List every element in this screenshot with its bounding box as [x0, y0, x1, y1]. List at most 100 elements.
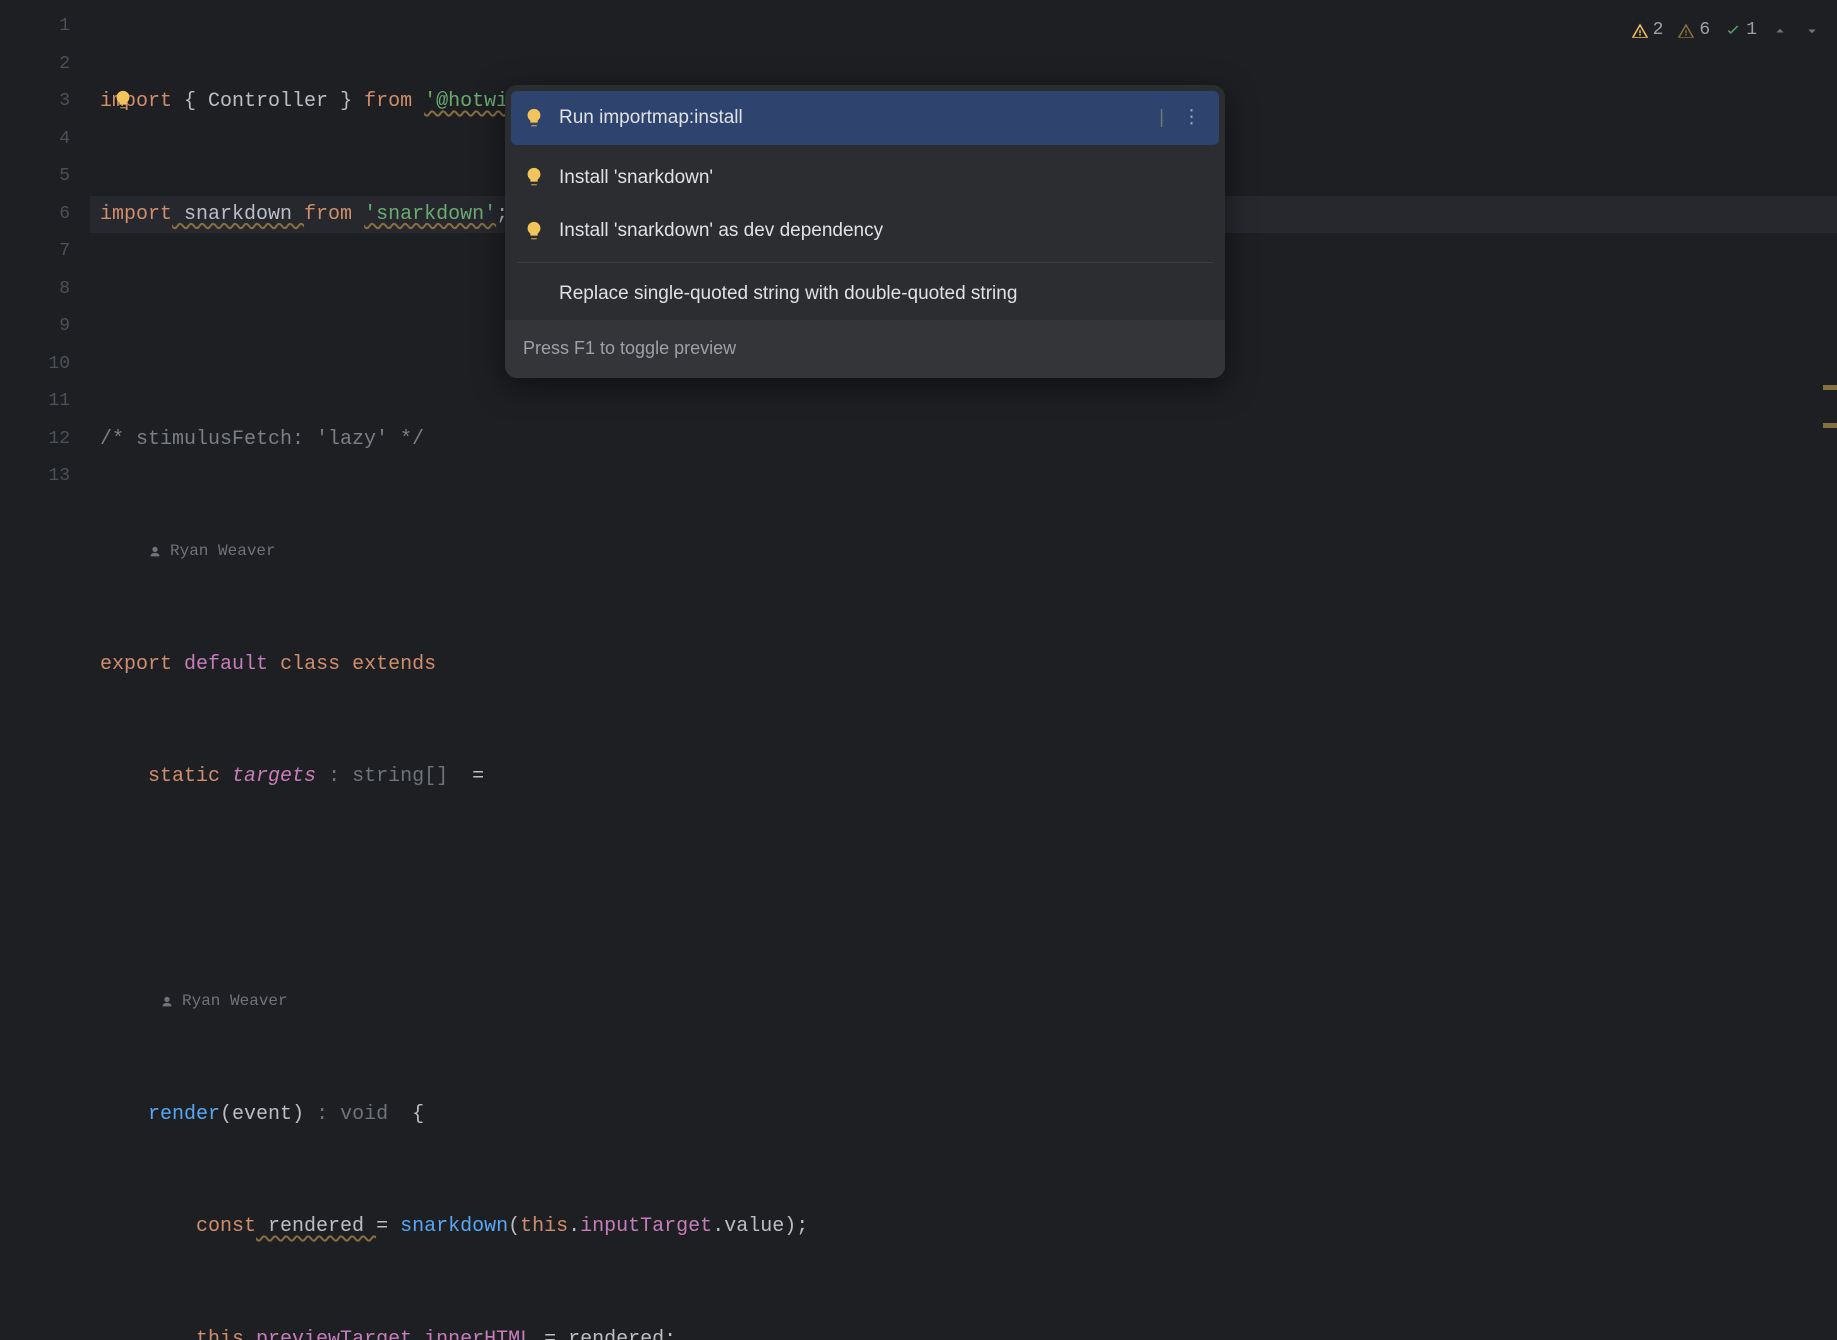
- operator: =: [376, 1215, 400, 1238]
- author-annotation: Ryan Weaver: [100, 533, 1837, 571]
- identifier: rendered: [568, 1328, 664, 1340]
- code-line: [100, 871, 1837, 909]
- keyword: from: [364, 90, 412, 113]
- paren: ): [784, 1215, 796, 1238]
- author-name: Ryan Weaver: [170, 533, 276, 571]
- line-number: 8: [0, 271, 70, 309]
- scroll-mark[interactable]: [1823, 385, 1837, 390]
- check-icon: [1724, 22, 1742, 40]
- warnings-weak[interactable]: 6: [1677, 12, 1710, 50]
- line-number: 1: [0, 8, 70, 46]
- dot: .: [412, 1328, 424, 1340]
- property: previewTarget: [256, 1328, 412, 1340]
- line-number: 5: [0, 158, 70, 196]
- semicolon: ;: [796, 1215, 808, 1238]
- more-icon[interactable]: ⋮: [1178, 99, 1207, 137]
- inspection-status: 2 6 1: [1631, 12, 1821, 50]
- keyword: export: [100, 653, 172, 676]
- dot: .: [244, 1328, 256, 1340]
- keyword: class: [280, 653, 340, 676]
- code-line: /* stimulusFetch: 'lazy' */: [100, 421, 1837, 459]
- ok-count[interactable]: 1: [1724, 12, 1757, 50]
- bulb-icon: [523, 107, 545, 129]
- popup-footer-text: Press F1 to toggle preview: [523, 338, 736, 358]
- identifier: Controller: [208, 90, 328, 113]
- parameter: event: [232, 1103, 292, 1126]
- warning-count: 6: [1699, 12, 1710, 50]
- identifier: rendered: [256, 1215, 376, 1238]
- property: value: [724, 1215, 784, 1238]
- paren: ): [292, 1103, 304, 1126]
- line-number: 4: [0, 121, 70, 159]
- intention-bulb[interactable]: [112, 88, 134, 126]
- line-number: 3: [0, 83, 70, 121]
- ok-number: 1: [1746, 12, 1757, 50]
- string-literal: 'snarkdown': [364, 203, 496, 226]
- dot: .: [712, 1215, 724, 1238]
- popup-item-label: Replace single-quoted string with double…: [559, 275, 1017, 313]
- bulb-icon: [112, 89, 134, 111]
- line-number: 2: [0, 46, 70, 84]
- type-hint: : void: [304, 1103, 412, 1126]
- brace: }: [328, 90, 364, 113]
- warning-weak-icon: [1677, 22, 1695, 40]
- keyword: from: [304, 203, 352, 226]
- keyword: this: [520, 1215, 568, 1238]
- popup-item-run-importmap[interactable]: Run importmap:install | ⋮: [511, 91, 1219, 145]
- warning-icon: [1631, 22, 1649, 40]
- line-number: 6: [0, 196, 70, 234]
- intention-popup: Run importmap:install | ⋮ Install 'snark…: [505, 85, 1225, 378]
- brace: {: [412, 1103, 424, 1126]
- property: targets: [232, 765, 316, 788]
- popup-item-label: Install 'snarkdown': [559, 159, 713, 197]
- code-line: export default class extends: [100, 646, 1837, 684]
- property: innerHTML: [424, 1328, 532, 1340]
- keyword: default: [184, 653, 268, 676]
- operator: =: [472, 765, 484, 788]
- popup-item-install[interactable]: Install 'snarkdown': [505, 151, 1225, 205]
- chevron-up-icon[interactable]: [1771, 22, 1789, 40]
- keyword: extends: [352, 653, 436, 676]
- operator: =: [532, 1328, 568, 1340]
- comment: /* stimulusFetch: 'lazy' */: [100, 428, 424, 451]
- function-call: snarkdown: [400, 1215, 508, 1238]
- line-gutter: 1 2 3 4 5 6 7 8 9 10 11 12 13: [0, 0, 100, 670]
- popup-item-label: Install 'snarkdown' as dev dependency: [559, 212, 883, 250]
- brace: {: [172, 90, 208, 113]
- semicolon: ;: [664, 1328, 676, 1340]
- author-annotation: Ryan Weaver: [100, 983, 1837, 1021]
- popup-footer: Press F1 to toggle preview: [505, 320, 1225, 378]
- user-icon: [160, 995, 174, 1009]
- paren: (: [508, 1215, 520, 1238]
- warning-count: 2: [1653, 12, 1664, 50]
- keyword: static: [148, 765, 220, 788]
- keyword: import: [100, 90, 172, 113]
- scroll-marker-strip[interactable]: [1823, 0, 1837, 670]
- paren: (: [220, 1103, 232, 1126]
- code-line: const rendered = snarkdown(this.inputTar…: [100, 1208, 1837, 1246]
- line-number: 9: [0, 308, 70, 346]
- user-icon: [148, 545, 162, 559]
- code-line: static targets : string[] =: [100, 758, 1837, 796]
- line-number: 7: [0, 233, 70, 271]
- keyword: this: [196, 1328, 244, 1340]
- popup-item-label: Run importmap:install: [559, 99, 743, 137]
- author-name: Ryan Weaver: [182, 983, 288, 1021]
- code-line: render(event) : void {: [100, 1096, 1837, 1134]
- bulb-icon: [523, 220, 545, 242]
- popup-item-replace-quotes[interactable]: Replace single-quoted string with double…: [505, 267, 1225, 321]
- line-number: 11: [0, 383, 70, 421]
- keyword: import: [100, 203, 172, 226]
- code-line: this.previewTarget.innerHTML = rendered;: [100, 1321, 1837, 1340]
- line-number: 10: [0, 346, 70, 384]
- popup-divider: [517, 262, 1213, 263]
- line-number: 12: [0, 421, 70, 459]
- bulb-icon: [523, 166, 545, 188]
- identifier: snarkdown: [172, 203, 304, 226]
- scroll-mark[interactable]: [1823, 423, 1837, 428]
- warnings-strong[interactable]: 2: [1631, 12, 1664, 50]
- dot: .: [568, 1215, 580, 1238]
- popup-item-install-dev[interactable]: Install 'snarkdown' as dev dependency: [505, 204, 1225, 258]
- chevron-down-icon[interactable]: [1803, 22, 1821, 40]
- property: inputTarget: [580, 1215, 712, 1238]
